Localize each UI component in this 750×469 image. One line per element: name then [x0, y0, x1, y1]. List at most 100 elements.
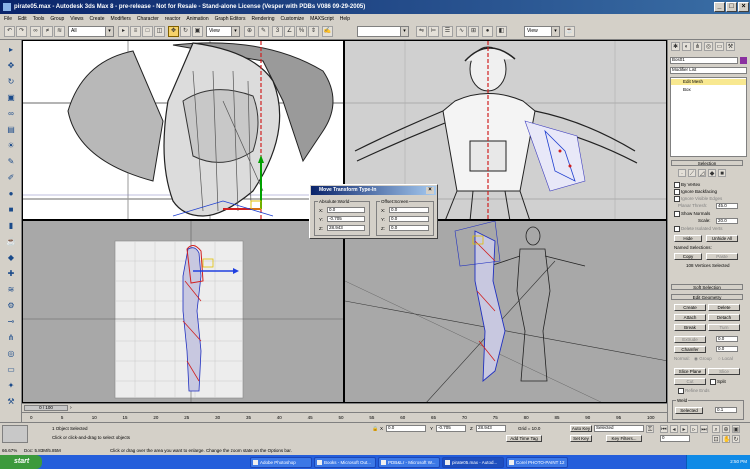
show-normals-option[interactable]: Show Normals — [674, 211, 710, 217]
menu-character[interactable]: Character — [137, 16, 159, 22]
select-object-icon[interactable]: ▸ — [118, 26, 129, 37]
selection-rollout-header[interactable]: Selection — [671, 160, 743, 166]
chamfer-button[interactable]: Chamfer — [674, 346, 706, 353]
rotate-icon[interactable]: ↻ — [180, 26, 191, 37]
next-frame-icon[interactable]: › — [70, 405, 72, 411]
task-photoshop[interactable]: Adobe Photoshop — [250, 457, 312, 468]
off-x-field[interactable]: 0.0 — [389, 207, 429, 213]
box-icon[interactable]: ■ — [5, 204, 17, 216]
extrude-field[interactable]: 0.0 — [716, 336, 738, 342]
attach-button[interactable]: Attach — [674, 314, 706, 321]
undo-icon[interactable]: ↶ — [4, 26, 15, 37]
menu-create[interactable]: Create — [90, 16, 105, 22]
view-dropdown[interactable]: View ▾ — [524, 26, 560, 37]
zoom-extents-icon[interactable]: ▣ — [732, 425, 740, 433]
cut-button[interactable]: Cut — [674, 378, 706, 385]
face-icon[interactable]: ◿ — [698, 169, 706, 177]
task-word[interactable]: PDB&Lr - Microsoft W... — [378, 457, 440, 468]
spinner-snap-icon[interactable]: ⇕ — [308, 26, 319, 37]
angle-snap-icon[interactable]: ∠ — [284, 26, 295, 37]
element-icon[interactable]: ■ — [718, 169, 726, 177]
align-icon[interactable]: ⊨ — [428, 26, 439, 37]
cylinder-icon[interactable]: ▮ — [5, 220, 17, 232]
select-manipulate-icon[interactable]: ✎ — [258, 26, 269, 37]
time-slider-thumb[interactable]: 0 / 100 — [24, 405, 68, 411]
slice-button[interactable]: Slice — [708, 368, 740, 375]
delete-isolated-option[interactable]: Delete Isolated Verts — [674, 226, 723, 232]
material-editor-icon[interactable]: ● — [482, 26, 493, 37]
split-option[interactable]: Split — [710, 379, 726, 385]
scale-icon[interactable]: ▣ — [192, 26, 203, 37]
percent-snap-icon[interactable]: % — [296, 26, 307, 37]
x-coord-field[interactable]: 0.0 — [386, 425, 426, 432]
abs-x-field[interactable]: 0.0 — [327, 207, 365, 213]
move-icon[interactable]: ✥ — [168, 26, 179, 37]
hierarchy-tab-icon[interactable]: ⋔ — [693, 42, 702, 51]
link-tool-icon[interactable]: ∞ — [5, 108, 17, 120]
hide-button[interactable]: Hide — [674, 235, 702, 242]
off-z-field[interactable]: 0.0 — [389, 225, 429, 231]
y-coord-field[interactable]: -0.705 — [436, 425, 466, 432]
quick-render-icon[interactable]: ☕ — [564, 26, 575, 37]
by-vertex-checkbox[interactable] — [674, 182, 680, 188]
modifier-list-dropdown[interactable]: Modifier List — [670, 67, 747, 74]
scale-tool-icon[interactable]: ▣ — [5, 92, 17, 104]
task-corel[interactable]: Corel PHOTO-PAINT 12 — [506, 457, 568, 468]
stack-sub-box[interactable]: Box — [683, 87, 691, 92]
slice-plane-button[interactable]: Slice Plane — [674, 368, 706, 375]
task-outlook[interactable]: Books - Microsoft Out... — [314, 457, 376, 468]
display-tab-icon[interactable]: ▭ — [715, 42, 724, 51]
wrench-icon[interactable]: ⚒ — [5, 396, 17, 408]
motion-icon[interactable]: ◎ — [5, 348, 17, 360]
menu-edit[interactable]: Edit — [18, 16, 27, 22]
menu-animation[interactable]: Animation — [186, 16, 208, 22]
window-crossing-icon[interactable]: ◫ — [154, 26, 165, 37]
menu-group[interactable]: Group — [50, 16, 64, 22]
link-icon[interactable]: ∞ — [30, 26, 41, 37]
close-button[interactable]: × — [738, 2, 749, 12]
named-selection-sets-dropdown[interactable]: ▾ — [357, 26, 409, 37]
planar-thresh-field[interactable]: 45.0 — [716, 203, 738, 209]
arc-rotate-icon[interactable]: ↻ — [732, 435, 740, 443]
refine-ends-checkbox[interactable] — [678, 388, 684, 394]
create-tab-icon[interactable]: ✱ — [671, 42, 680, 51]
z-coord-field[interactable]: 28.943 — [476, 425, 506, 432]
play-icon[interactable]: ▸ — [680, 425, 688, 433]
motion-tab-icon[interactable]: ◎ — [704, 42, 713, 51]
menu-help[interactable]: Help — [340, 16, 350, 22]
dialog-title-bar[interactable]: Move Transform Type-In × — [311, 186, 436, 195]
select-by-name-icon[interactable]: ≡ — [130, 26, 141, 37]
minimize-button[interactable]: _ — [714, 2, 725, 12]
select-icon[interactable]: ▸ — [5, 44, 17, 56]
abs-z-field[interactable]: 28.943 — [327, 225, 365, 231]
key-icon[interactable]: ⚿ — [646, 425, 654, 433]
polygon-icon[interactable]: ◆ — [708, 169, 716, 177]
start-button[interactable]: start — [0, 455, 42, 469]
by-vertex-option[interactable]: By Vertex — [674, 182, 700, 188]
schematic-view-icon[interactable]: ⊞ — [468, 26, 479, 37]
spacewarp-icon[interactable]: ≋ — [5, 284, 17, 296]
region-zoom-icon[interactable]: ⊡ — [712, 435, 720, 443]
viewport-bottom-left[interactable] — [22, 220, 344, 403]
layer-manager-icon[interactable]: ☰ — [442, 26, 453, 37]
key-filters-button[interactable]: Key Filters... — [606, 435, 642, 442]
edge-icon[interactable]: ⟋ — [688, 169, 696, 177]
menu-rendering[interactable]: Rendering — [251, 16, 274, 22]
abs-y-field[interactable]: -0.705 — [327, 216, 365, 222]
local-radio[interactable]: ○ Local — [718, 356, 733, 361]
zoom-icon[interactable]: ⌕ — [712, 425, 720, 433]
menu-tools[interactable]: Tools — [33, 16, 45, 22]
show-normals-checkbox[interactable] — [674, 211, 680, 217]
chamfer-field[interactable]: 0.0 — [716, 346, 738, 352]
shape-icon[interactable]: ◆ — [5, 252, 17, 264]
stack-item-edit-mesh[interactable]: Edit Mesh — [671, 79, 746, 85]
snap-toggle-icon[interactable]: 3 — [272, 26, 283, 37]
prev-frame-icon[interactable]: ◂ — [670, 425, 678, 433]
key-mode-dropdown[interactable]: Selected — [594, 425, 644, 432]
unhide-all-button[interactable]: Unhide All — [706, 235, 738, 242]
create-button[interactable]: Create — [674, 304, 706, 311]
paste-button[interactable]: Paste — [706, 253, 738, 260]
render-scene-icon[interactable]: ◧ — [496, 26, 507, 37]
rect-region-icon[interactable]: □ — [142, 26, 153, 37]
ignore-visible-edges-checkbox[interactable] — [674, 196, 680, 202]
